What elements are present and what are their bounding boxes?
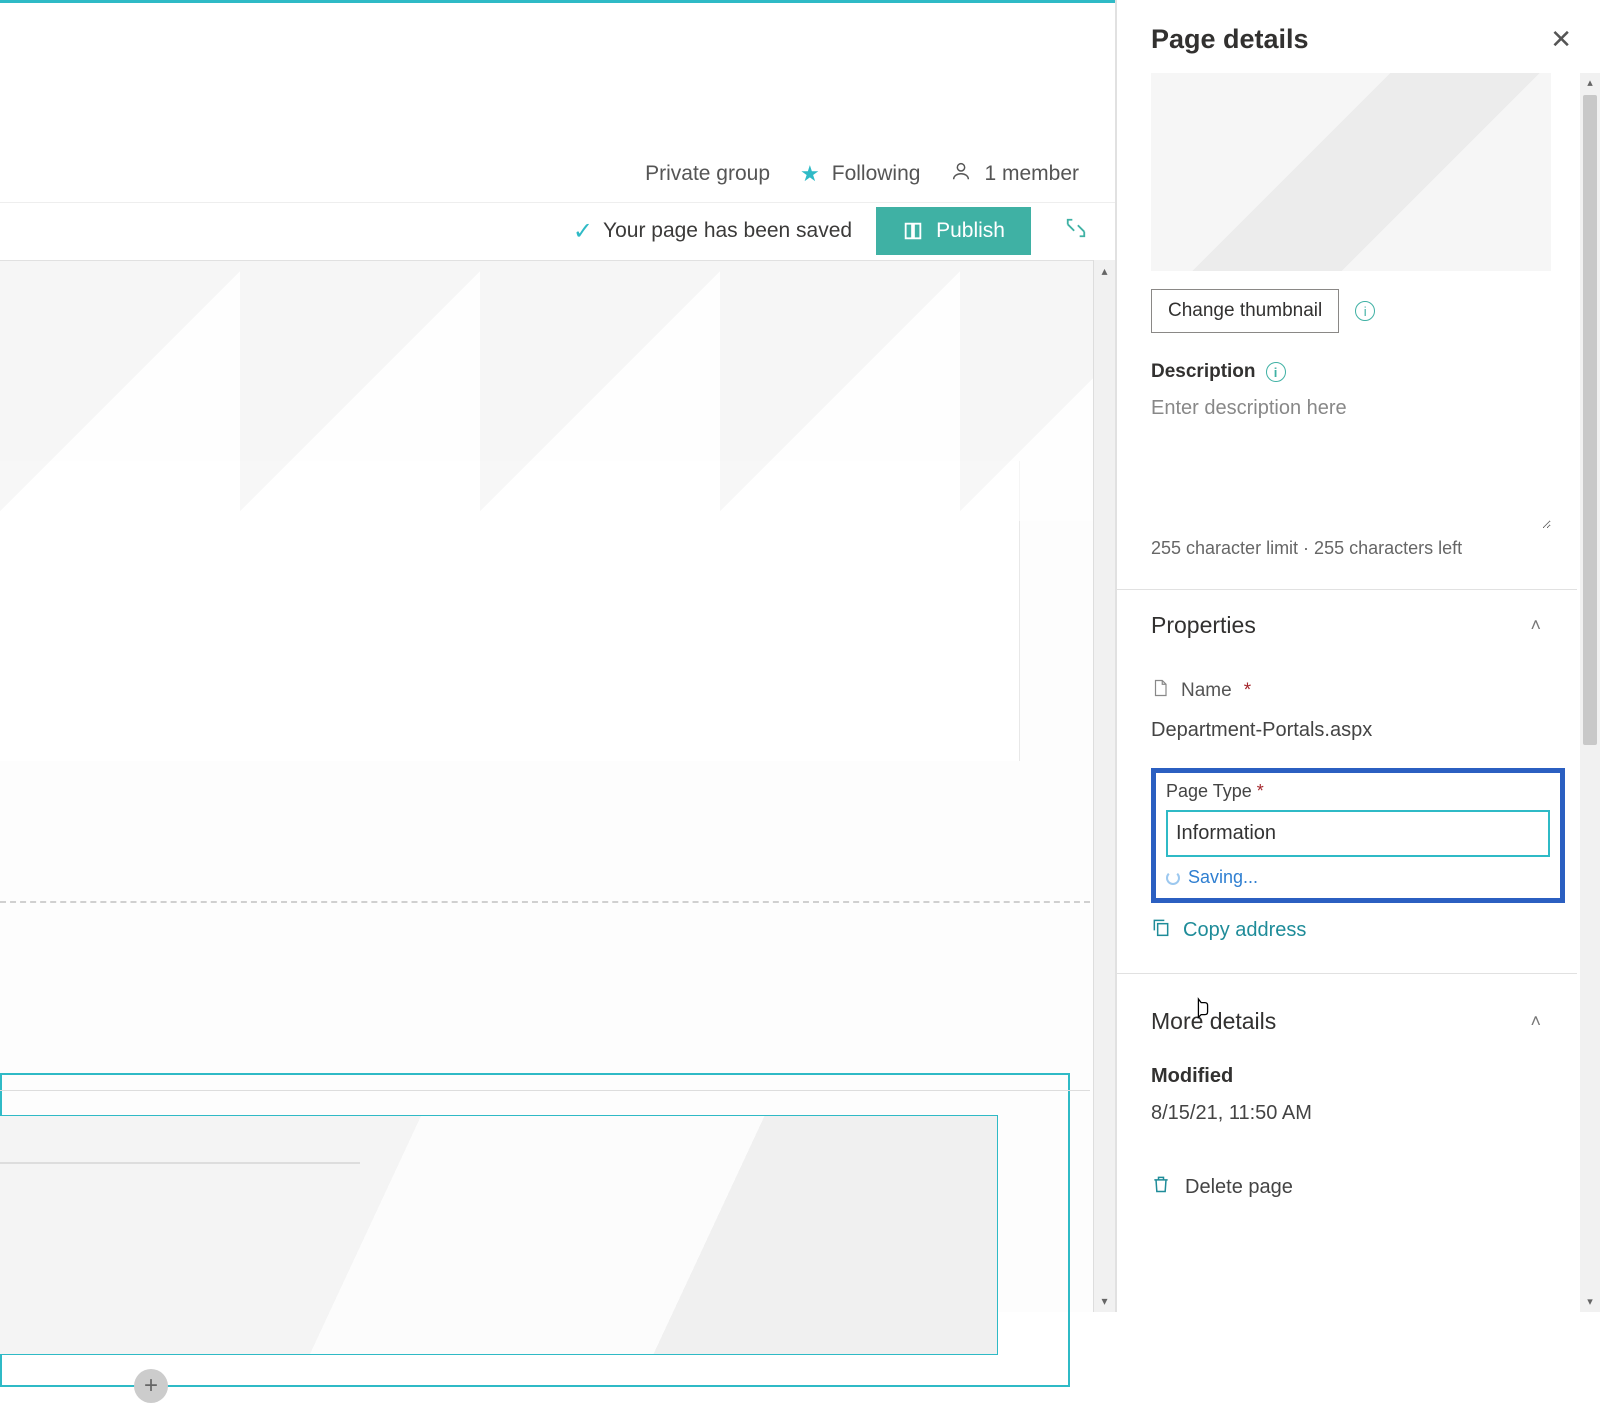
properties-label: Properties <box>1151 612 1256 639</box>
bottom-border <box>0 1090 1090 1091</box>
page-hero-banner <box>0 261 1115 521</box>
saved-message: ✓ Your page has been saved <box>573 217 852 246</box>
star-icon[interactable]: ★ <box>800 161 820 187</box>
following-label[interactable]: Following <box>832 162 921 186</box>
properties-section-header[interactable]: Properties ˄ <box>1151 612 1571 639</box>
page-details-panel: Page details ✕ Change thumbnail i Descri… <box>1115 0 1600 1312</box>
trash-icon <box>1151 1173 1171 1201</box>
check-icon: ✓ <box>573 217 593 246</box>
scroll-down-icon[interactable]: ▾ <box>1580 1292 1600 1312</box>
page-type-label: Page Type <box>1166 781 1252 801</box>
info-icon[interactable]: i <box>1266 362 1286 382</box>
scroll-down-icon[interactable]: ▾ <box>1094 1290 1115 1312</box>
panel-scrollbar[interactable]: ▴ ▾ <box>1580 73 1600 1312</box>
selected-webpart[interactable] <box>0 1115 998 1355</box>
name-label: Name <box>1181 680 1232 702</box>
page-canvas: Private group ★ Following 1 member ✓ You… <box>0 0 1115 1312</box>
page-type-field-highlight: Page Type * Saving... <box>1151 768 1565 903</box>
scroll-up-icon[interactable]: ▴ <box>1580 73 1600 93</box>
selected-section[interactable]: + <box>0 1073 1070 1387</box>
name-field: Name * Department-Portals.aspx <box>1151 677 1571 742</box>
add-section-button[interactable]: + <box>134 1369 168 1403</box>
accent-bar <box>0 0 1115 3</box>
publish-label: Publish <box>936 219 1005 243</box>
person-icon <box>950 160 972 188</box>
panel-body: Change thumbnail i Description i 255 cha… <box>1117 73 1600 1312</box>
close-button[interactable]: ✕ <box>1550 24 1572 55</box>
modified-value: 8/15/21, 11:50 AM <box>1151 1102 1571 1125</box>
description-label: Description i <box>1151 361 1571 383</box>
scroll-up-icon[interactable]: ▴ <box>1094 260 1115 282</box>
name-value: Department-Portals.aspx <box>1151 719 1571 742</box>
document-icon <box>1151 677 1169 705</box>
footer-stub <box>0 1162 360 1164</box>
action-row: ✓ Your page has been saved Publish <box>0 203 1115 259</box>
panel-title: Page details <box>1151 24 1309 55</box>
saved-message-text: Your page has been saved <box>603 219 852 243</box>
info-icon[interactable]: i <box>1355 301 1375 321</box>
canvas-scrollbar[interactable]: ▴ ▾ <box>1093 260 1115 1312</box>
divider <box>1117 973 1577 974</box>
thumbnail-preview <box>1151 73 1551 271</box>
more-details-section-header[interactable]: More details ˄ <box>1151 1008 1571 1035</box>
more-details-label: More details <box>1151 1008 1276 1035</box>
modified-label: Modified <box>1151 1065 1571 1088</box>
saving-label: Saving... <box>1188 867 1258 888</box>
canvas-area[interactable]: + <box>0 260 1115 1312</box>
delete-page-button[interactable]: Delete page <box>1151 1173 1571 1201</box>
saving-status: Saving... <box>1166 867 1550 888</box>
required-asterisk: * <box>1244 680 1251 702</box>
copy-address-label: Copy address <box>1183 919 1306 942</box>
page-type-input[interactable] <box>1166 810 1550 857</box>
section-divider <box>0 901 1090 903</box>
divider <box>1117 589 1577 590</box>
char-limit-text: 255 character limit · 255 characters lef… <box>1151 538 1571 559</box>
spinner-icon <box>1166 871 1180 885</box>
delete-page-label: Delete page <box>1185 1176 1293 1199</box>
group-privacy-label: Private group <box>645 162 770 186</box>
description-textarea[interactable] <box>1151 391 1551 529</box>
member-count-label[interactable]: 1 member <box>984 162 1079 186</box>
modified-field: Modified 8/15/21, 11:50 AM <box>1151 1065 1571 1125</box>
expand-icon[interactable] <box>1055 213 1097 249</box>
copy-icon <box>1151 917 1171 943</box>
panel-header: Page details ✕ <box>1117 0 1600 73</box>
required-asterisk: * <box>1257 781 1264 801</box>
chevron-up-icon: ˄ <box>1530 615 1541 636</box>
copy-address-link[interactable]: Copy address <box>1151 917 1571 943</box>
publish-icon <box>902 220 924 242</box>
description-label-text: Description <box>1151 361 1256 383</box>
close-icon: ✕ <box>1550 24 1572 54</box>
scrollbar-thumb[interactable] <box>1583 95 1597 745</box>
change-thumbnail-button[interactable]: Change thumbnail <box>1151 289 1339 333</box>
publish-button[interactable]: Publish <box>876 207 1031 255</box>
site-info-row: Private group ★ Following 1 member <box>0 145 1115 203</box>
chevron-up-icon: ˄ <box>1530 1011 1541 1032</box>
